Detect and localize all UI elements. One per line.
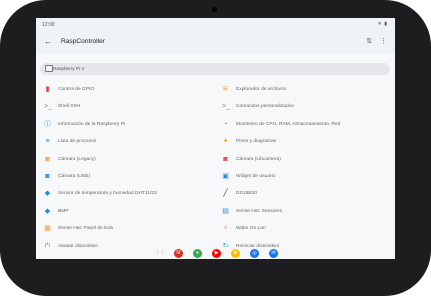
- widget-icon: ▣: [222, 173, 229, 180]
- pins-icon: ✦: [222, 138, 229, 146]
- app-bar: ← RaspController ⇅ ⋮: [36, 31, 395, 54]
- menu-item[interactable]: ▮ Control de GPIO: [44, 84, 209, 96]
- menu-item-label: Cámara (Libcamera): [236, 156, 281, 162]
- process-list-icon: ≡: [45, 138, 50, 146]
- camera-icon: ◙: [223, 155, 228, 163]
- menu-item[interactable]: ◔ Monitoreo de CPU, RAM, Almacenamiento, …: [222, 119, 387, 131]
- laptop-icon: [45, 65, 53, 72]
- menu-item-label: Lista de procesos: [58, 139, 97, 145]
- led-panel-icon: ▦: [44, 225, 51, 233]
- system-icons: ▾ ▮: [378, 21, 388, 27]
- menu-item-label: Comandos personalizados: [236, 104, 294, 110]
- menu-item[interactable]: >_ Shell SSH: [44, 101, 209, 113]
- menu-item-label: Cámara (USB): [58, 174, 91, 179]
- menu-item[interactable]: ◆ Sensor de temperatura y humedad DHT11/2…: [44, 188, 209, 200]
- monitor-icon: ◔: [223, 120, 228, 128]
- menu-item[interactable]: ◙ Cámara (Legacy): [44, 154, 209, 166]
- chrome-icon[interactable]: ●: [193, 249, 202, 258]
- menu-item-label: BMP: [58, 208, 69, 214]
- gmail-icon[interactable]: M: [174, 249, 183, 258]
- arrow-back-icon[interactable]: ←: [44, 37, 52, 46]
- menu-item[interactable]: ✧ Wake On Lan: [222, 223, 387, 235]
- menu-item-label: Sense Hat: Sensores: [236, 208, 283, 214]
- app-title: RaspController: [61, 38, 105, 45]
- sort-icon[interactable]: ⇅: [366, 38, 372, 45]
- device-selector[interactable]: Raspberry Pi 4: [40, 63, 390, 75]
- status-time: 12:00: [42, 22, 55, 28]
- info-icon: ⓘ: [44, 120, 51, 128]
- menu-item-label: Monitoreo de CPU, RAM, Almacenamiento, R…: [236, 121, 341, 127]
- screen: 12:00 ▾ ▮ ← RaspController ⇅ ⋮ Raspberry…: [36, 18, 395, 259]
- command-icon: >_: [222, 103, 230, 111]
- camera-icon: ◙: [45, 173, 50, 180]
- menu-item-label: Control de GPIO: [58, 87, 95, 92]
- appbar-actions: ⇅ ⋮: [360, 37, 387, 45]
- menu-item-label: Widget de usuario: [236, 174, 276, 179]
- apps-grid-icon[interactable]: ⋮⋮: [155, 249, 165, 258]
- menu-item[interactable]: ╱ DS18B20: [222, 188, 387, 200]
- menu-item[interactable]: ✦ Pines y diagramas: [222, 136, 387, 148]
- photos-icon[interactable]: ✿: [231, 249, 240, 258]
- sensor-icon: ▤: [222, 207, 229, 215]
- more-vert-icon[interactable]: ⋮: [380, 38, 387, 45]
- menu-item[interactable]: ▦ Sense Hat: Panel de leds: [44, 223, 209, 235]
- menu-item-label: Cámara (Legacy): [58, 156, 96, 162]
- menu-item[interactable]: ▣ Widget de usuario: [222, 171, 387, 183]
- menu-item[interactable]: >_ Comandos personalizados: [222, 101, 387, 113]
- thermometer-icon: ◆: [44, 190, 51, 198]
- menu-item-label: Shell SSH: [58, 104, 81, 110]
- menu-item[interactable]: ⚟ Explorador de archivos: [222, 84, 387, 96]
- menu-item[interactable]: ◙ Cámara (USB): [44, 171, 209, 183]
- menu-item-label: Información de la Raspberry Pi: [58, 121, 126, 127]
- menu-item[interactable]: ▤ Sense Hat: Sensores: [222, 206, 387, 218]
- menu-item-label: DS18B20: [236, 191, 257, 197]
- menu-item-label: Pines y diagramas: [236, 139, 277, 145]
- menu-item-label: Sensor de temperatura y humedad DHT11/22: [58, 191, 157, 197]
- status-bar: 12:00 ▾ ▮: [36, 18, 395, 31]
- menu-item-label: Sense Hat: Panel de leds: [58, 226, 114, 232]
- terminal-icon: >_: [44, 103, 52, 111]
- menu-item-label: Explorador de archivos: [236, 87, 287, 92]
- gpio-icon: ▮: [45, 86, 50, 93]
- folder-icon: ⚟: [222, 86, 229, 93]
- menu-item[interactable]: ◙ Cámara (Libcamera): [222, 154, 387, 166]
- navigation-bar: ⋮⋮ M ● ▶ ✿ ◎ ✉: [36, 247, 395, 259]
- menu-item[interactable]: ≡ Lista de procesos: [44, 136, 209, 148]
- wake-icon: ✧: [222, 225, 229, 233]
- menu-item-label: Wake On Lan: [236, 226, 266, 232]
- front-camera: [212, 7, 217, 12]
- settings-app-icon[interactable]: ◎: [250, 249, 259, 258]
- menu-item[interactable]: ◆ BMP: [44, 206, 209, 218]
- device-label: Raspberry Pi 4: [53, 66, 85, 71]
- menu-item[interactable]: ⓘ Información de la Raspberry Pi: [44, 119, 209, 131]
- probe-icon: ╱: [223, 190, 228, 198]
- pressure-icon: ◆: [44, 207, 51, 215]
- youtube-icon[interactable]: ▶: [212, 249, 221, 258]
- messages-icon[interactable]: ✉: [269, 249, 278, 258]
- camera-icon: ◙: [45, 155, 50, 163]
- menu-grid: ▮ Control de GPIO >_ Shell SSH ⓘ Información …: [36, 77, 395, 250]
